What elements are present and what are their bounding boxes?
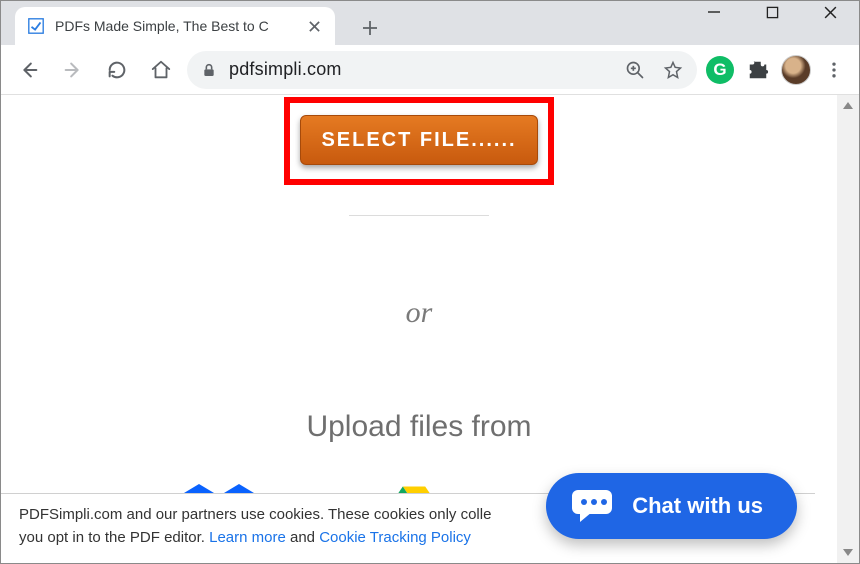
- select-file-label: SELECT FILE......: [321, 129, 516, 152]
- cookie-text-line2: you opt in to the PDF editor.: [19, 529, 209, 546]
- profile-avatar[interactable]: [781, 55, 811, 85]
- scroll-up-arrow-icon[interactable]: [837, 95, 859, 117]
- separator: [349, 215, 489, 216]
- zoom-icon[interactable]: [625, 60, 645, 80]
- cookie-policy-link[interactable]: Cookie Tracking Policy: [319, 529, 471, 546]
- window-controls: [685, 0, 859, 30]
- address-bar[interactable]: pdfsimpli.com: [187, 51, 697, 89]
- window-minimize-button[interactable]: [685, 0, 743, 30]
- window-maximize-button[interactable]: [743, 0, 801, 30]
- browser-toolbar: pdfsimpli.com G: [1, 45, 859, 95]
- grammarly-extension-icon[interactable]: G: [705, 55, 735, 85]
- chat-widget[interactable]: Chat with us: [546, 473, 797, 539]
- scroll-down-arrow-icon[interactable]: [837, 541, 859, 563]
- omnibox-actions: [625, 60, 683, 80]
- grammarly-badge: G: [706, 56, 734, 84]
- browser-tab[interactable]: PDFs Made Simple, The Best to C: [15, 7, 335, 45]
- browser-menu-button[interactable]: [819, 55, 849, 85]
- cookie-learn-more-link[interactable]: Learn more: [209, 529, 286, 546]
- nav-home-button[interactable]: [143, 52, 179, 88]
- favicon-icon: [27, 17, 45, 35]
- vertical-scrollbar[interactable]: [837, 95, 859, 563]
- tab-strip: PDFs Made Simple, The Best to C: [1, 1, 859, 45]
- content-area: SELECT FILE...... or Upload files from: [1, 95, 859, 563]
- chat-label: Chat with us: [632, 493, 763, 519]
- page-body: SELECT FILE...... or Upload files from: [1, 95, 837, 563]
- bookmark-star-icon[interactable]: [663, 60, 683, 80]
- nav-back-button[interactable]: [11, 52, 47, 88]
- highlighted-region: SELECT FILE......: [284, 97, 554, 185]
- cookie-text-line1: PDFSimpli.com and our partners use cooki…: [19, 506, 491, 523]
- nav-reload-button[interactable]: [99, 52, 135, 88]
- tab-close-button[interactable]: [305, 17, 323, 35]
- window-close-button[interactable]: [801, 0, 859, 30]
- select-file-button[interactable]: SELECT FILE......: [300, 115, 538, 165]
- cookie-and-word: and: [286, 529, 319, 546]
- nav-forward-button[interactable]: [55, 52, 91, 88]
- extensions-puzzle-icon[interactable]: [743, 55, 773, 85]
- chat-bubble-icon: [570, 488, 614, 524]
- upload-from-label: Upload files from: [1, 410, 837, 444]
- lock-icon: [201, 62, 217, 78]
- or-label: or: [1, 296, 837, 330]
- url-text: pdfsimpli.com: [229, 59, 342, 80]
- tab-title: PDFs Made Simple, The Best to C: [55, 18, 295, 34]
- new-tab-button[interactable]: [353, 11, 387, 45]
